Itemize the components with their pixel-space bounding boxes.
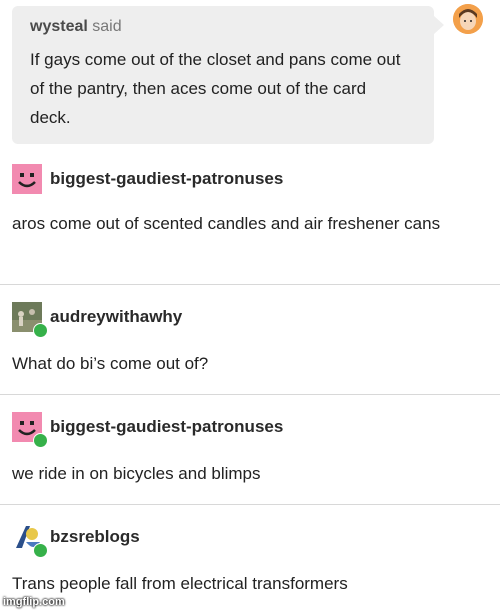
quote-said-label: said bbox=[92, 18, 122, 35]
post-text: we ride in on bicycles and blimps bbox=[12, 464, 261, 483]
post-username[interactable]: audreywithawhy bbox=[50, 307, 182, 327]
post-username[interactable]: biggest-gaudiest-patronuses bbox=[50, 417, 283, 437]
pink-smiley-icon bbox=[12, 164, 42, 194]
post-header: bzsreblogs bbox=[12, 522, 140, 558]
post-username[interactable]: bzsreblogs bbox=[50, 527, 140, 547]
reblog-icon bbox=[33, 433, 48, 448]
reblog-icon bbox=[33, 323, 48, 338]
watermark: imgflip.com bbox=[3, 596, 65, 608]
post-text: Trans people fall from electrical transf… bbox=[12, 574, 348, 593]
post-header: biggest-gaudiest-patronuses bbox=[12, 164, 283, 194]
quote-header: wysteal said bbox=[30, 18, 416, 36]
quote-author-avatar[interactable] bbox=[453, 4, 483, 34]
quote-author[interactable]: wysteal bbox=[30, 18, 88, 35]
post-header: biggest-gaudiest-patronuses bbox=[12, 412, 283, 448]
reblog-icon bbox=[33, 543, 48, 558]
quote-text: If gays come out of the closet and pans … bbox=[30, 50, 401, 127]
post-text: What do bi’s come out of? bbox=[12, 354, 209, 373]
divider bbox=[0, 284, 500, 285]
cartoon-avatar[interactable] bbox=[12, 522, 48, 558]
divider bbox=[0, 504, 500, 505]
pink-smiley-avatar[interactable] bbox=[12, 412, 48, 448]
post-username[interactable]: biggest-gaudiest-patronuses bbox=[50, 169, 283, 189]
post-text: aros come out of scented candles and air… bbox=[12, 214, 441, 233]
divider bbox=[0, 394, 500, 395]
post-header: audreywithawhy bbox=[12, 302, 182, 338]
quote-bubble: wysteal said If gays come out of the clo… bbox=[12, 6, 444, 144]
pink-smiley-avatar[interactable] bbox=[12, 164, 42, 194]
photo-avatar[interactable] bbox=[12, 302, 48, 338]
